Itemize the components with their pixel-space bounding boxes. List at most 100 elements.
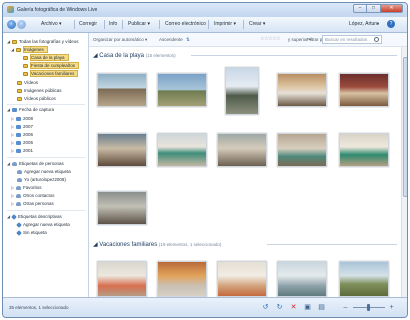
photo-thumbnail[interactable] <box>157 133 207 167</box>
menu-imprimir[interactable]: Imprimir ▾ <box>214 21 236 27</box>
rating-filter[interactable]: ☆☆☆☆☆ <box>260 36 280 42</box>
folder-icon <box>23 63 28 68</box>
gallery-icon <box>12 39 17 44</box>
group-count: (15 elementos) <box>145 53 176 58</box>
chevron-down-icon[interactable]: ▾ <box>377 21 379 26</box>
tree-item-otros-contactos[interactable]: ▷ Otros contactos <box>11 192 55 199</box>
tree-item-2007[interactable]: ▷ 2007 <box>11 123 33 130</box>
thumbnail-area: ◢ Casa de la playa (15 elementos) ◢ Vaca… <box>89 47 401 297</box>
photo-thumbnail[interactable] <box>217 261 267 297</box>
rotate-right-icon[interactable]: ↻ <box>275 303 284 312</box>
photo-thumbnail[interactable] <box>97 261 147 297</box>
minimize-button[interactable]: – <box>353 4 367 13</box>
photo-thumbnail[interactable] <box>339 73 389 107</box>
tree-item-etiquetas-descriptivas[interactable]: ◢ Etiquetas descriptivas <box>7 213 62 220</box>
person-icon <box>16 193 21 198</box>
photo-thumbnail[interactable] <box>157 261 207 297</box>
tree-item-sin-etiqueta[interactable]: Sin etiqueta <box>16 229 47 236</box>
tree-item-favoritos[interactable]: ▷ Favoritos <box>11 184 42 191</box>
photo-thumbnail[interactable] <box>97 191 147 225</box>
tree-item-imagenes-publicas[interactable]: Imágenes públicas <box>17 87 62 94</box>
zoom-out-icon[interactable]: – <box>341 303 350 312</box>
photo-thumbnail[interactable] <box>97 133 147 167</box>
rotate-left-icon[interactable]: ↺ <box>261 303 270 312</box>
sort-direction-icon[interactable]: ⇅ <box>186 37 190 43</box>
back-button[interactable]: ‹ <box>7 20 16 29</box>
people-icon <box>12 161 17 166</box>
photo-thumbnail[interactable] <box>277 261 327 297</box>
view-details-icon[interactable]: ▤ <box>317 303 326 312</box>
tree-item-all[interactable]: ◢ Todas las fotografías y vídeos <box>7 38 79 45</box>
folder-icon <box>17 96 22 101</box>
tree-item-fecha[interactable]: ◢ Fecha de captura <box>7 106 54 113</box>
menu-info[interactable]: Info <box>109 21 117 27</box>
photo-thumbnail[interactable] <box>277 73 327 107</box>
tree-item-videos-publicos[interactable]: Vídeos públicos <box>17 95 56 102</box>
sort-dropdown[interactable]: Organizar por automático ▾ <box>93 37 147 43</box>
menu-archivo[interactable]: Archivo ▾ <box>41 21 62 27</box>
help-icon[interactable]: ? <box>387 20 395 28</box>
photo-thumbnail[interactable] <box>339 133 389 167</box>
photo-thumbnail[interactable] <box>225 67 259 115</box>
tree-item-etiquetas-personas[interactable]: ◢ Etiquetas de personas <box>7 160 64 167</box>
navigation-pane: ◢ Todas las fotografías y vídeos ◢ Imágene… <box>3 33 89 297</box>
tree-item-imagenes[interactable]: ◢ Imágenes <box>11 46 48 53</box>
calendar-icon <box>16 124 21 129</box>
tree-item-casa-playa[interactable]: Casa de la playa <box>23 54 69 61</box>
add-tag-icon <box>16 221 22 228</box>
tree-item-2005[interactable]: ▷ 2005 <box>11 139 33 146</box>
user-name[interactable]: López, Arturo <box>349 21 379 27</box>
photo-thumbnail[interactable] <box>339 261 389 297</box>
calendar-icon <box>16 148 21 153</box>
forward-button[interactable]: › <box>17 20 26 29</box>
group-header-vacaciones[interactable]: ◢ Vacaciones familiares (19 elementos, 1… <box>93 241 221 248</box>
delete-icon[interactable]: ✕ <box>289 303 298 312</box>
photo-thumbnail[interactable] <box>217 133 267 167</box>
group-header-casa-playa[interactable]: ◢ Casa de la playa (15 elementos) <box>93 52 176 59</box>
menu-publicar[interactable]: Publicar ▾ <box>128 21 150 27</box>
folder-icon <box>16 47 21 52</box>
tree-item-yo[interactable]: Yo (arturolopez2008) <box>17 176 66 183</box>
photo-thumbnail[interactable] <box>97 73 147 107</box>
maximize-button[interactable]: □ <box>367 4 381 13</box>
title-bar: Galería fotográfica de Windows Live – □ … <box>3 3 407 17</box>
photo-thumbnail[interactable] <box>277 133 327 167</box>
slideshow-icon[interactable]: ▣ <box>303 303 312 312</box>
close-button[interactable]: ✕ <box>381 4 403 13</box>
person-icon <box>16 201 21 206</box>
tree-item-vacaciones[interactable]: Vacaciones familiares <box>23 70 79 77</box>
search-icon[interactable] <box>374 37 379 42</box>
folder-icon <box>23 55 28 60</box>
app-icon <box>7 6 14 13</box>
add-descriptive-tag[interactable]: Agregar nueva etiqueta <box>16 221 70 228</box>
menu-crear[interactable]: Crear ▾ <box>249 21 265 27</box>
calendar-icon <box>16 140 21 145</box>
zoom-in-icon[interactable]: + <box>387 303 396 312</box>
folder-icon <box>17 80 22 85</box>
person-icon <box>16 185 21 190</box>
order-toggle[interactable]: Ascendente <box>159 37 183 42</box>
zoom-slider-knob[interactable] <box>367 304 370 311</box>
search-input[interactable]: Buscar en resultados <box>322 35 382 44</box>
tree-item-2001[interactable]: ▷ 2001 <box>11 147 33 154</box>
tree-item-2008[interactable]: ▷ 2008 <box>11 115 33 122</box>
add-tag-icon <box>17 169 22 174</box>
tree-item-2006[interactable]: ▷ 2006 <box>11 131 33 138</box>
tag-icon <box>16 229 22 236</box>
folder-icon <box>23 71 28 76</box>
tree-item-otras-personas[interactable]: ▷ Otras personas <box>11 200 54 207</box>
menu-corregir[interactable]: Corregir <box>79 21 97 27</box>
menu-correo[interactable]: Correo electrónico <box>165 21 206 27</box>
status-text: 35 elementos, 1 seleccionado <box>9 305 69 310</box>
tree-item-fiesta[interactable]: Fiesta de cumpleaños <box>23 62 80 69</box>
scroll-thumb[interactable] <box>403 57 407 197</box>
photo-thumbnail[interactable] <box>157 73 207 107</box>
folder-icon <box>17 88 22 93</box>
tree-item-videos[interactable]: Vídeos <box>17 79 38 86</box>
window-title: Galería fotográfica de Windows Live <box>17 7 98 13</box>
vertical-scrollbar[interactable] <box>401 47 407 297</box>
tag-icon <box>11 213 17 220</box>
filter-bar: Organizar por automático ▾ Ascendente ⇅ … <box>89 33 407 47</box>
add-person-tag[interactable]: Agregar nueva etiqueta <box>17 168 71 175</box>
rating-dropdown[interactable]: y superior ▾ <box>288 37 311 43</box>
